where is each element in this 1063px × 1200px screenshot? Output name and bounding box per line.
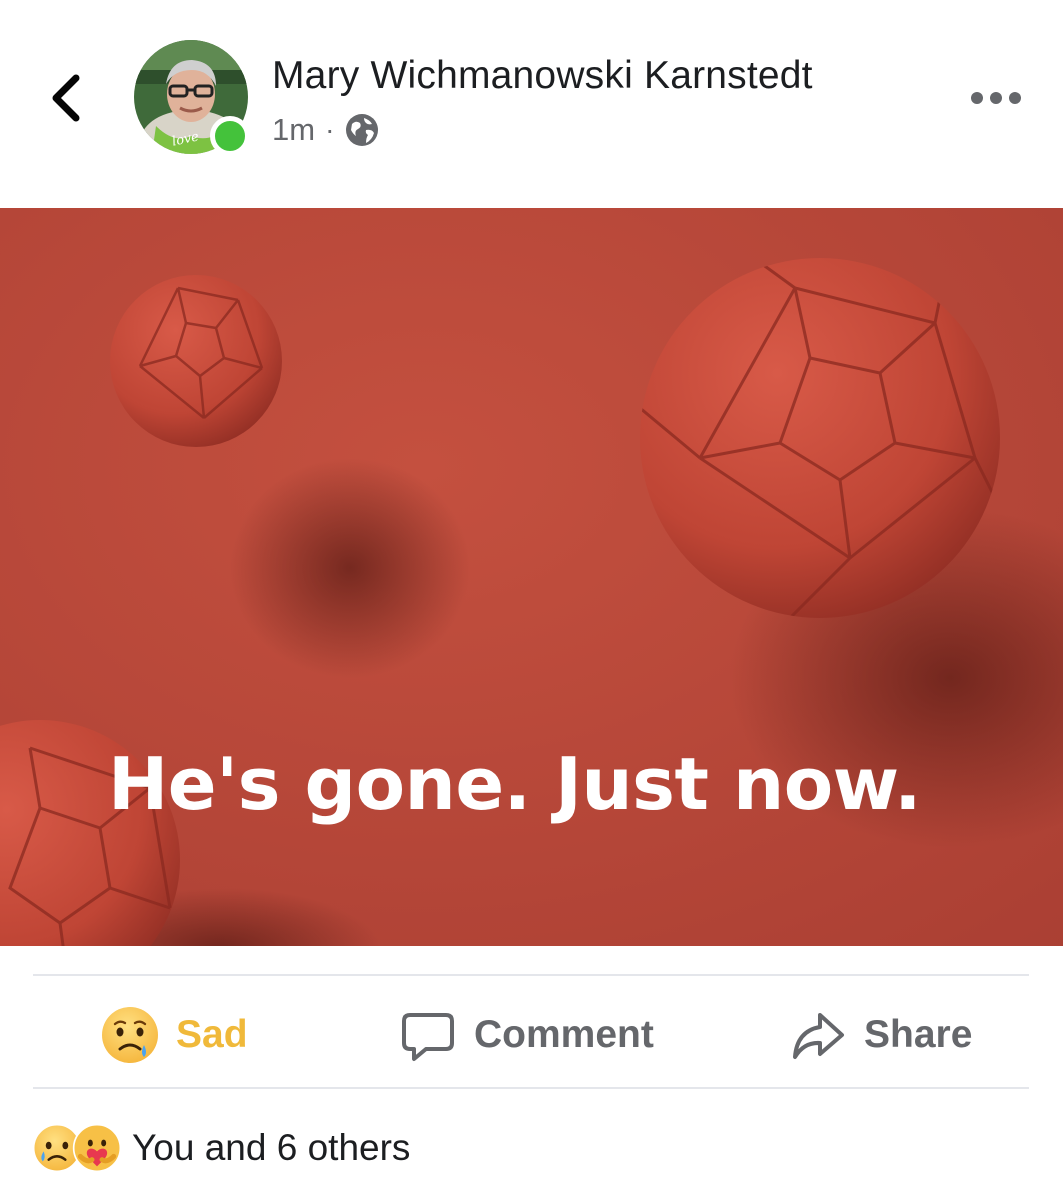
divider-top (33, 974, 1029, 976)
online-status-indicator (210, 116, 250, 156)
sad-emoji-icon (102, 1007, 158, 1063)
share-button[interactable]: Share (790, 1000, 972, 1070)
comment-button[interactable]: Comment (400, 1000, 654, 1070)
small-soccer-ball (110, 275, 282, 447)
post-header: love Mary Wichmanowski Karnstedt 1m · (0, 0, 1063, 208)
post-meta: 1m · (272, 112, 380, 148)
comment-label: Comment (474, 1013, 654, 1056)
share-label: Share (864, 1013, 973, 1056)
chevron-left-icon (52, 74, 80, 122)
author-avatar[interactable]: love (134, 40, 250, 156)
comment-bubble-icon (402, 1013, 454, 1061)
author-name[interactable]: Mary Wichmanowski Karnstedt (272, 54, 813, 98)
globe-icon (346, 114, 379, 146)
post-headline: He's gone. Just now. (108, 742, 921, 826)
care-reaction-icon (72, 1123, 122, 1173)
post-image[interactable]: He's gone. Just now. (0, 208, 1063, 946)
sad-reaction-button[interactable]: Sad (100, 1000, 248, 1070)
back-button[interactable] (44, 70, 94, 126)
soccer-balls-illustration (0, 208, 1063, 946)
post-timestamp[interactable]: 1m (272, 112, 315, 148)
more-options-button[interactable] (968, 84, 1024, 112)
divider-bottom (33, 1087, 1029, 1089)
reactions-summary[interactable]: You and 6 others (32, 1120, 410, 1176)
more-dots-icon (971, 92, 1021, 104)
reaction-summary-text: You and 6 others (132, 1127, 411, 1168)
meta-separator: · (325, 114, 335, 145)
share-arrow-icon (793, 1013, 844, 1059)
sad-label: Sad (176, 1013, 248, 1056)
